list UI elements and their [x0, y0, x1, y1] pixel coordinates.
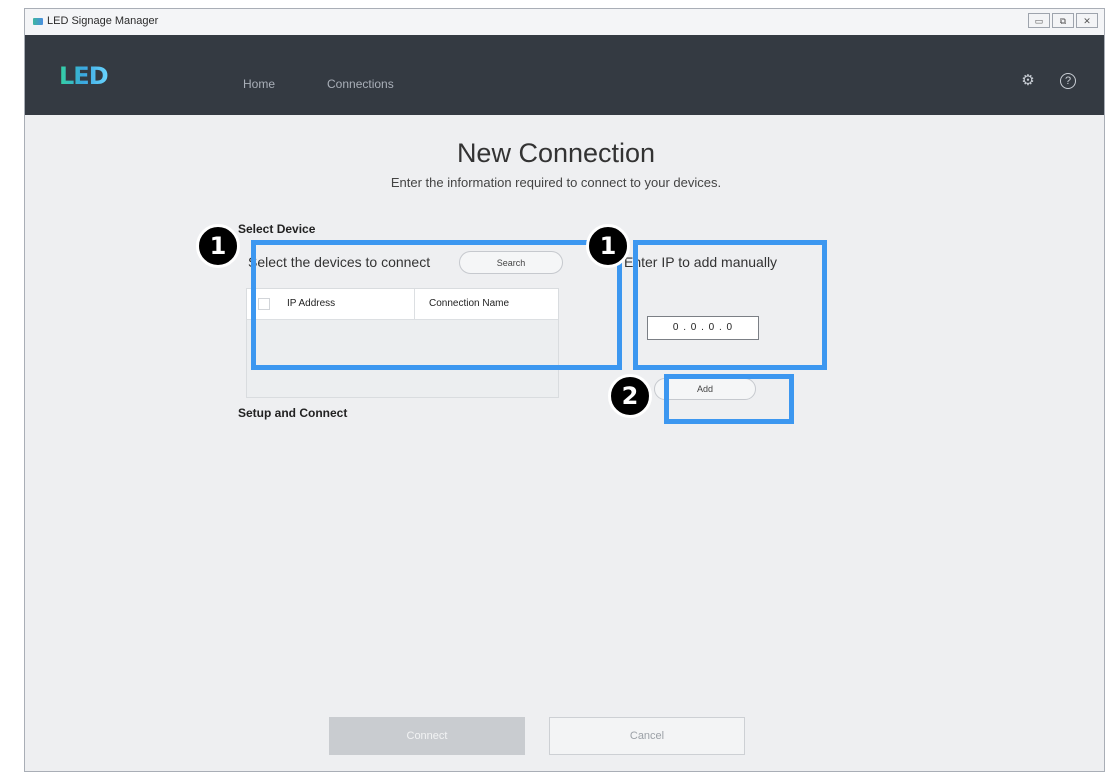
highlight-device-list	[251, 240, 622, 370]
led-logo: LED	[59, 62, 109, 90]
maximize-button[interactable]: ⧉	[1052, 13, 1074, 28]
cancel-button[interactable]: Cancel	[549, 717, 745, 755]
nav-connections[interactable]: Connections	[327, 77, 394, 91]
step-badge-2: 2	[608, 374, 652, 418]
highlight-add-button	[664, 374, 794, 424]
nav-bar: LED Home Connections ⚙ ?	[25, 35, 1104, 115]
window-controls: ▭ ⧉ ✕	[1028, 13, 1098, 28]
nav-home[interactable]: Home	[243, 77, 275, 91]
help-icon[interactable]: ?	[1060, 73, 1076, 89]
close-button[interactable]: ✕	[1076, 13, 1098, 28]
connect-button[interactable]: Connect	[329, 717, 525, 755]
page-subtitle: Enter the information required to connec…	[390, 175, 722, 190]
app-window: LED Signage Manager ▭ ⧉ ✕ LED Home Conne…	[24, 8, 1105, 772]
step-badge-1: 1	[196, 224, 240, 268]
window-title: LED Signage Manager	[47, 15, 159, 27]
select-device-label: Select Device	[238, 222, 316, 236]
gear-icon[interactable]: ⚙	[1020, 73, 1036, 89]
highlight-manual-ip	[633, 240, 827, 370]
app-icon	[33, 18, 43, 25]
setup-connect-label: Setup and Connect	[238, 406, 348, 420]
step-badge-1-manual: 1	[586, 224, 630, 268]
title-bar: LED Signage Manager ▭ ⧉ ✕	[25, 9, 1104, 36]
page-title: New Connection	[456, 138, 656, 168]
minimize-button[interactable]: ▭	[1028, 13, 1050, 28]
